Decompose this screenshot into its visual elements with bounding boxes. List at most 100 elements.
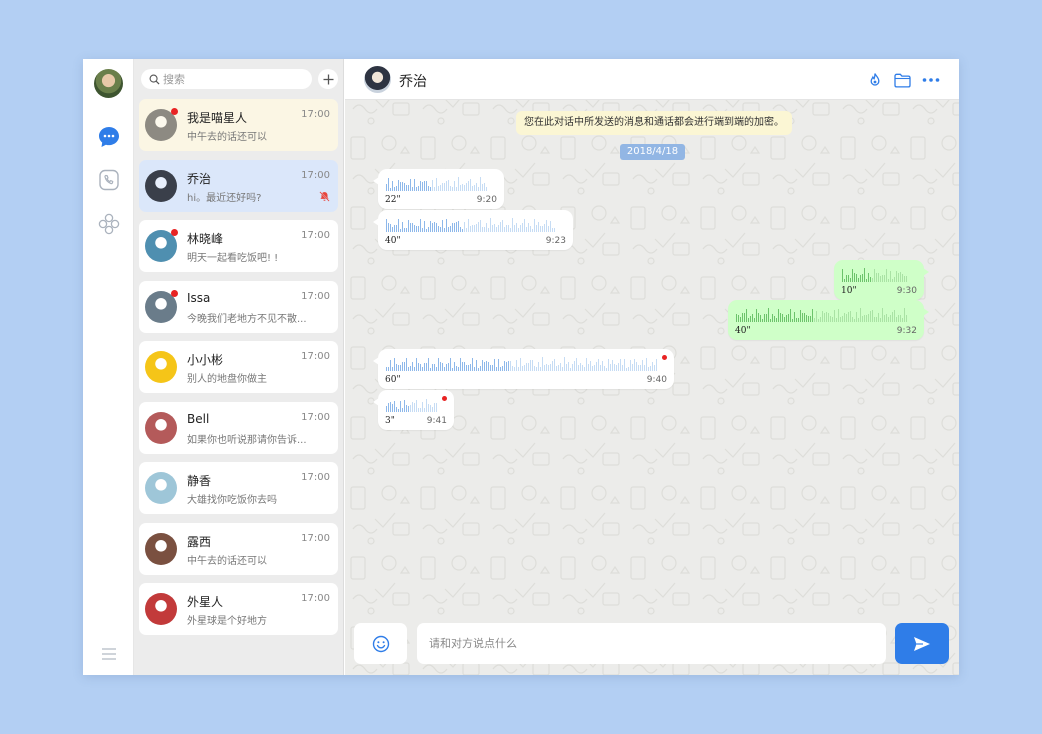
search-icon: [149, 74, 160, 85]
chat-preview: hi。最近还好吗?: [187, 192, 262, 204]
nav-chats-button[interactable]: [96, 124, 121, 149]
chat-time: 17:00: [301, 411, 330, 423]
nav-rail: [83, 59, 134, 675]
date-divider: 2018/4/18: [620, 144, 685, 160]
voice-duration: 60": [385, 375, 401, 385]
voice-message-bubble[interactable]: 40" 9:23: [373, 210, 573, 250]
chat-time: 17:00: [301, 109, 330, 120]
more-icon: [922, 78, 940, 82]
search-box: [141, 69, 312, 89]
chat-preview: 今晚我们老地方不见不散...: [187, 313, 307, 325]
chat-name: 露西: [187, 534, 212, 549]
voice-waveform: [386, 176, 488, 191]
voice-waveform: [736, 307, 908, 322]
nav-apps-button[interactable]: [96, 211, 121, 236]
unplayed-dot: [662, 355, 667, 360]
chat-list-item[interactable]: 小小彬 17:00 别人的地盘你做主: [139, 341, 338, 393]
voice-waveform: [386, 356, 658, 371]
conversation-header: 乔治: [345, 59, 959, 100]
chat-list-item[interactable]: Issa 17:00 今晚我们老地方不见不散...: [139, 280, 338, 333]
chat-list-item[interactable]: 露西 17:00 中午去的话还可以: [139, 522, 338, 575]
more-options-button[interactable]: [921, 70, 941, 90]
message-time: 9:20: [476, 195, 497, 205]
voice-message-bubble[interactable]: 60" 9:40: [373, 349, 674, 389]
chat-app-window: 我是喵星人17:00中午去的话还可以乔治17:00hi。最近还好吗?林晓峰17:…: [83, 59, 959, 675]
chat-preview: 中午去的话还可以: [187, 555, 267, 567]
message-composer: [345, 614, 959, 675]
muted-bell-icon: [319, 190, 330, 202]
send-icon: [914, 636, 930, 651]
voice-message-bubble[interactable]: 10" 9:30: [834, 260, 929, 300]
files-button[interactable]: [892, 70, 912, 90]
chat-preview: 外星球是个好地方: [187, 616, 267, 627]
chat-name: 乔治: [187, 171, 212, 186]
voice-message-bubble[interactable]: 3" 9:41: [373, 390, 454, 430]
conversation-list: 我是喵星人 17:00 中午去的话还可以乔治 17:00 hi。最近还好吗? 林晓峰 17:…: [134, 59, 344, 675]
chat-avatar: [145, 472, 177, 504]
add-chat-button[interactable]: [318, 69, 338, 89]
message-time: 9:30: [896, 286, 917, 296]
nav-calls-button[interactable]: [96, 167, 121, 192]
voice-message-bubble[interactable]: 40" 9:32: [728, 300, 929, 340]
emoji-icon: [372, 635, 389, 652]
voice-duration: 22": [385, 195, 401, 205]
user-avatar[interactable]: [94, 69, 123, 98]
nav-menu-button[interactable]: [96, 641, 121, 666]
chat-name: 小小彬: [187, 353, 224, 367]
voice-message-bubble[interactable]: 22" 9:20: [373, 169, 504, 209]
chat-list-item[interactable]: 林晓峰 17:00 明天一起看吃饭吧! !: [139, 220, 338, 272]
search-input[interactable]: [163, 72, 303, 86]
chat-preview: 别人的地盘你做主: [187, 374, 267, 385]
emoji-button[interactable]: [354, 623, 407, 664]
voice-waveform: [386, 217, 556, 232]
chat-preview: 明天一起看吃饭吧! !: [187, 253, 279, 264]
encryption-notice: 您在此对话中所发送的消息和通话都会进行端到端的加密。: [516, 111, 792, 135]
chat-time: 17:00: [301, 593, 330, 604]
voice-duration: 3": [385, 416, 395, 426]
message-time: 9:23: [545, 236, 566, 246]
chat-list-item[interactable]: 乔治 17:00 hi。最近还好吗?: [139, 159, 338, 212]
chat-avatar: [145, 169, 177, 202]
chat-list-item[interactable]: 我是喵星人 17:00 中午去的话还可以: [139, 99, 338, 151]
chat-list-item[interactable]: Bell 17:00 如果你也听说那请你告诉...: [139, 401, 338, 454]
chat-preview: 大雄找你吃饭你去吗: [187, 495, 277, 506]
voice-waveform: [386, 397, 438, 412]
chat-time: 17:00: [301, 532, 330, 544]
conversation-panel: 乔治 您在此对话中所发送的消息和通话都会进行端到端的加密。 2018/4/18 …: [345, 59, 959, 675]
message-time: 9:41: [426, 416, 447, 426]
send-button[interactable]: [895, 623, 949, 664]
chat-avatar: [145, 411, 177, 444]
phone-icon: [98, 169, 119, 190]
voice-duration: 40": [385, 236, 401, 246]
chat-time: 17:00: [301, 351, 330, 362]
chat-avatar: [145, 593, 177, 625]
burn-after-read-button[interactable]: [865, 70, 885, 90]
chat-name: Issa: [187, 290, 211, 305]
chat-list-item[interactable]: 静香 17:00 大雄找你吃饭你去吗: [139, 462, 338, 514]
chat-name: 静香: [187, 474, 212, 488]
folder-icon: [893, 73, 911, 88]
message-input[interactable]: [417, 623, 886, 664]
voice-waveform: [842, 267, 908, 282]
chat-avatar: [145, 351, 177, 383]
unread-dot: [171, 108, 178, 115]
chat-name: 我是喵星人: [187, 111, 248, 125]
chat-name: Bell: [187, 411, 210, 426]
chat-time: 17:00: [301, 230, 330, 241]
chat-time: 17:00: [301, 169, 330, 181]
chat-name: 外星人: [187, 595, 224, 609]
chat-list-item[interactable]: 外星人 17:00 外星球是个好地方: [139, 583, 338, 635]
contact-name: 乔治: [399, 74, 427, 90]
chat-avatar: [145, 532, 177, 565]
unread-dot: [171, 229, 178, 236]
contact-avatar[interactable]: [364, 66, 391, 93]
unread-dot: [171, 289, 178, 297]
menu-icon: [101, 647, 116, 660]
chat-preview: 如果你也听说那请你告诉...: [187, 434, 307, 446]
voice-duration: 40": [735, 326, 751, 336]
unplayed-dot: [442, 396, 447, 401]
plus-icon: [323, 74, 333, 84]
chat-time: 17:00: [301, 290, 330, 302]
voice-duration: 10": [841, 286, 857, 296]
message-time: 9:32: [896, 326, 917, 336]
